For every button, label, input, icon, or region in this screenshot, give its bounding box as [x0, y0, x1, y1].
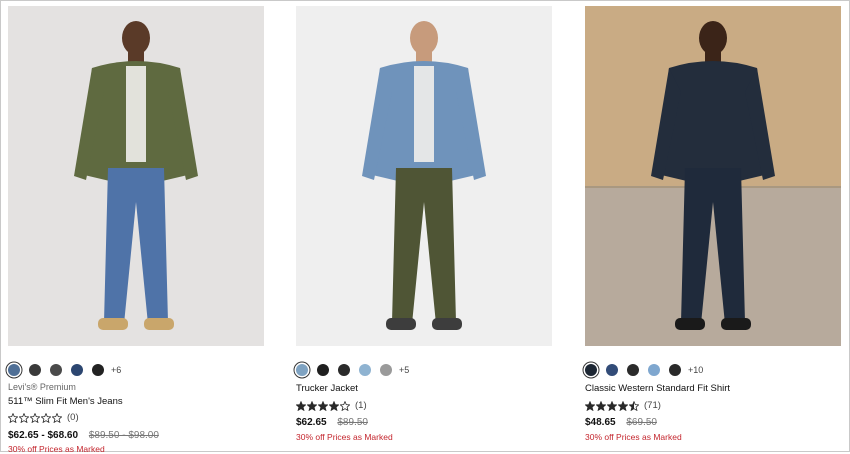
star-icon [629, 400, 639, 411]
promo-text: 30% off Prices as Marked [8, 444, 105, 454]
rating-stars [585, 400, 640, 411]
product-rating: (71) [585, 400, 661, 411]
star-icon [607, 400, 617, 411]
color-swatch[interactable] [92, 364, 104, 376]
product-rating: (0) [8, 412, 79, 423]
product-name[interactable]: Classic Western Standard Fit Shirt [585, 383, 730, 394]
star-icon [618, 400, 628, 411]
model-photo [296, 6, 552, 346]
star-icon [52, 412, 62, 423]
color-swatch[interactable] [50, 364, 62, 376]
star-icon [329, 400, 339, 411]
more-colors-link[interactable]: +10 [688, 365, 703, 375]
sale-price: $48.65 [585, 417, 616, 428]
promo-text: 30% off Prices as Marked [296, 432, 393, 442]
color-swatch[interactable] [648, 364, 660, 376]
star-icon [296, 400, 306, 411]
star-icon [41, 412, 51, 423]
color-swatch[interactable] [8, 364, 20, 376]
color-swatch[interactable] [606, 364, 618, 376]
color-swatch[interactable] [380, 364, 392, 376]
product-image[interactable] [585, 6, 841, 346]
promo-text: 30% off Prices as Marked [585, 432, 682, 442]
sale-price: $62.65 - $68.60 [8, 430, 79, 441]
original-price: $89.50 [337, 417, 368, 428]
star-icon [340, 400, 350, 411]
more-colors-link[interactable]: +5 [399, 365, 409, 375]
color-swatches: +5 [296, 363, 409, 377]
review-count: (71) [644, 400, 661, 411]
color-swatch[interactable] [29, 364, 41, 376]
color-swatch[interactable] [71, 364, 83, 376]
product-image[interactable] [296, 6, 552, 346]
color-swatches: +10 [585, 363, 703, 377]
price-row: $62.65 $89.50 [296, 417, 368, 428]
star-icon [318, 400, 328, 411]
color-swatches: +6 [8, 363, 121, 377]
rating-stars [296, 400, 351, 411]
model-photo [8, 6, 264, 346]
color-swatch[interactable] [585, 364, 597, 376]
price-row: $48.65 $69.50 [585, 417, 657, 428]
more-colors-link[interactable]: +6 [111, 365, 121, 375]
star-icon [8, 412, 18, 423]
product-brand: Levi's® Premium [8, 382, 76, 392]
star-icon [596, 400, 606, 411]
color-swatch[interactable] [627, 364, 639, 376]
review-count: (1) [355, 400, 367, 411]
color-swatch[interactable] [338, 364, 350, 376]
original-price: $89.50 - $98.00 [88, 430, 159, 441]
color-swatch[interactable] [317, 364, 329, 376]
star-icon [307, 400, 317, 411]
sale-price: $62.65 [296, 417, 327, 428]
star-icon [585, 400, 595, 411]
star-icon [19, 412, 29, 423]
review-count: (0) [67, 412, 79, 423]
original-price: $69.50 [626, 417, 657, 428]
price-row: $62.65 - $68.60 $89.50 - $98.00 [8, 430, 159, 441]
product-image[interactable] [8, 6, 264, 346]
rating-stars [8, 412, 63, 423]
product-name[interactable]: Trucker Jacket [296, 383, 358, 394]
color-swatch[interactable] [669, 364, 681, 376]
color-swatch[interactable] [296, 364, 308, 376]
product-rating: (1) [296, 400, 367, 411]
color-swatch[interactable] [359, 364, 371, 376]
model-photo [585, 6, 841, 346]
star-icon [30, 412, 40, 423]
product-name[interactable]: 511™ Slim Fit Men's Jeans [8, 396, 123, 407]
